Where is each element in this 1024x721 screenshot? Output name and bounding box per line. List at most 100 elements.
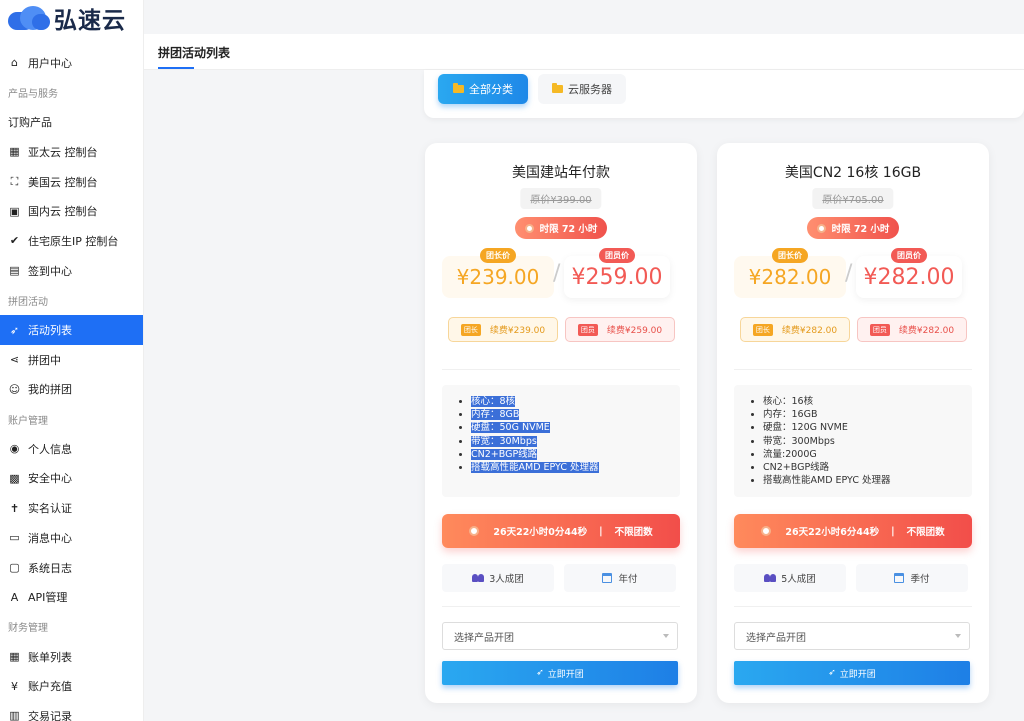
leader-renew-price: 续费¥239.00 [489, 326, 546, 336]
sidebar-item[interactable]: A API管理 [0, 582, 143, 612]
leader-price: ¥239.00 [456, 265, 540, 289]
open-group-button[interactable]: ➶ 立即开团 [734, 661, 970, 685]
spec-item: 带宽：30Mbps [471, 435, 680, 448]
person-icon: ✝ [9, 501, 20, 515]
sidebar-item[interactable]: ¥ 账户充值 [0, 671, 143, 701]
card-title: 美国CN2 16核 16GB [784, 165, 922, 181]
countdown-bar: 26天22小时0分44秒 | 不限团数 [442, 514, 680, 548]
check-circle-icon: ✔ [9, 234, 20, 248]
sidebar-item[interactable]: ➶ 活动列表 [0, 315, 143, 345]
sidebar-item[interactable]: ✔ 住宅原生IP 控制台 [0, 226, 143, 256]
member-renew-tag: 团员 [869, 323, 890, 336]
robot-icon: ▢ [9, 561, 20, 575]
leader-price: ¥282.00 [748, 265, 832, 289]
location-icon: ◉ [9, 442, 20, 456]
sidebar-item-label: 个人信息 [28, 442, 72, 456]
leader-renew-tag: 团长 [460, 323, 481, 336]
rocket-icon: ➶ [9, 323, 20, 337]
group-size: 5人成团 [734, 564, 846, 592]
table-icon: ▦ [9, 650, 20, 664]
billing-cycle: 年付 [564, 564, 676, 592]
leader-price-tag: 团长价 [480, 248, 516, 263]
product-select[interactable]: 选择产品开团 [442, 622, 678, 650]
sidebar-item-label: 签到中心 [28, 264, 72, 278]
sidebar-item[interactable]: ▤ 签到中心 [0, 256, 143, 286]
sidebar-item[interactable]: ▥ 交易记录 [0, 701, 143, 721]
spec-item: 内存：8GB [471, 408, 680, 421]
sidebar-item[interactable]: ▣ 国内云 控制台 [0, 196, 143, 226]
sidebar-item-label: 拼团活动 [8, 296, 48, 308]
folder-icon [552, 83, 563, 93]
people-icon [764, 574, 777, 582]
tab-activity-list[interactable]: 拼团活动列表 [158, 44, 230, 61]
sidebar-item[interactable]: ⛶ 美国云 控制台 [0, 167, 143, 197]
category-cloud-button[interactable]: 云服务器 [538, 74, 626, 104]
time-limit-label: 时限 72 小时 [539, 224, 598, 235]
open-group-label: 立即开团 [547, 669, 584, 680]
sidebar-item-label: 安全中心 [28, 472, 72, 486]
member-price: ¥259.00 [571, 264, 663, 290]
time-limit-label: 时限 72 小时 [831, 224, 890, 235]
qr-icon: ▦ [9, 145, 20, 159]
share-icon: ⋖ [9, 353, 20, 367]
sidebar-item[interactable]: ▦ 亚太云 控制台 [0, 137, 143, 167]
member-price-tag: 团员价 [599, 248, 635, 263]
category-all-button[interactable]: 全部分类 [438, 74, 528, 104]
member-renew: 团员 续费¥259.00 [565, 317, 675, 342]
countdown-text: 26天22小时0分44秒 [493, 527, 588, 538]
sidebar-item-label: 国内云 控制台 [28, 205, 98, 219]
sidebar-item[interactable]: ⋖ 拼团中 [0, 345, 143, 375]
open-group-button[interactable]: ➶ 立即开团 [442, 661, 678, 685]
sidebar-item[interactable]: 订购产品 [0, 107, 143, 137]
countdown-bar: 26天22小时6分44秒 | 不限团数 [734, 514, 972, 548]
member-price-box: 团员价 ¥259.00 [564, 248, 670, 298]
sidebar-item[interactable]: ▭ 消息中心 [0, 523, 143, 553]
sidebar-item[interactable]: ▢ 系统日志 [0, 553, 143, 583]
yen-icon: ¥ [11, 679, 18, 693]
spec-item: 核心：16核 [763, 395, 972, 408]
sidebar-item[interactable]: ◉ 个人信息 [0, 434, 143, 464]
spec-item: 内存：16GB [763, 408, 972, 421]
logo-text: 弘速云 [54, 8, 126, 34]
sidebar-item-label: 活动列表 [28, 324, 72, 338]
spec-item: CN2+BGP线路 [471, 448, 680, 461]
calendar-icon: ▤ [9, 264, 20, 278]
chat-icon: ▭ [9, 531, 20, 545]
logo[interactable]: 弘速云 [0, 0, 143, 36]
member-renew-price: 续费¥259.00 [606, 326, 663, 336]
home-icon: ⌂ [11, 56, 18, 70]
spec-item: CN2+BGP线路 [763, 461, 972, 474]
group-size-label: 5人成团 [781, 574, 816, 585]
chevron-down-icon [663, 634, 669, 638]
member-price-box: 团员价 ¥282.00 [856, 248, 962, 298]
product-select[interactable]: 选择产品开团 [734, 622, 970, 650]
price-divider: / [553, 261, 561, 286]
sidebar-item[interactable]: ▦ 账单列表 [0, 642, 143, 672]
sidebar-item[interactable]: ✝ 实名认证 [0, 493, 143, 523]
divider [442, 369, 680, 370]
group-limit-text: 不限团数 [906, 527, 945, 538]
sidebar-item-label: 产品与服务 [8, 89, 58, 101]
sidebar-item-label: 亚太云 控制台 [28, 145, 98, 159]
rocket-icon: ➶ [828, 668, 836, 678]
rocket-icon: ➶ [536, 668, 544, 678]
original-price: 原价¥705.00 [812, 188, 894, 209]
separator: | [599, 525, 603, 537]
sidebar-item-label: API管理 [28, 591, 68, 605]
spec-item: 搭载高性能AMD EPYC 处理器 [471, 461, 680, 474]
member-renew-tag: 团员 [577, 323, 598, 336]
sidebar-item-label: 用户中心 [28, 56, 72, 70]
sidebar-item[interactable]: ▩ 安全中心 [0, 464, 143, 494]
member-price: ¥282.00 [863, 264, 955, 290]
spec-item: 核心：8核 [471, 395, 680, 408]
sidebar-item[interactable]: ⌂ 用户中心 [0, 48, 143, 78]
sidebar-item[interactable]: ☺ 我的拼团 [0, 375, 143, 405]
sidebar-item-label: 我的拼团 [28, 383, 72, 397]
sidebar-item-label: 订购产品 [8, 116, 52, 130]
spec-list: 核心：8核 内存：8GB 硬盘：50G NVME 带宽：30Mbps CN2+B… [442, 385, 680, 497]
leader-price-tag: 团长价 [772, 248, 808, 263]
briefcase-icon: ▩ [9, 471, 20, 485]
sidebar-item-label: 美国云 控制台 [28, 175, 98, 189]
user-icon: ☺ [8, 382, 21, 396]
calendar-icon [602, 573, 613, 583]
